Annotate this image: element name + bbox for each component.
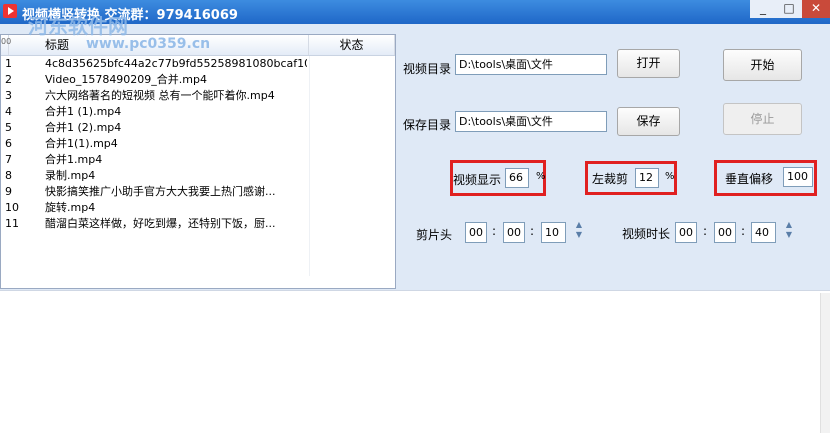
row-status xyxy=(309,104,396,120)
row-number: 6 xyxy=(5,137,12,150)
stop-button[interactable]: 停止 xyxy=(723,103,802,135)
row-title: 醋溜白菜这样做，好吃到爆，还特别下饭，厨... xyxy=(45,217,276,230)
chevron-down-icon[interactable]: ▼ xyxy=(781,230,797,240)
list-item[interactable]: 8 录制.mp4 xyxy=(1,168,395,184)
row-number: 3 xyxy=(5,89,12,102)
column-header-status[interactable]: 状态 xyxy=(309,35,395,55)
duration-hours-field[interactable]: 00 xyxy=(675,222,697,243)
row-title: 六大网络著名的短视频 总有一个能吓着你.mp4 xyxy=(45,89,275,102)
cut-head-spinner[interactable]: ▲ ▼ xyxy=(571,220,587,241)
colon: : xyxy=(703,224,708,238)
list-rows: 1 4c8d35625bfc44a2c77b9fd55258981080bcaf1… xyxy=(1,56,395,232)
list-item[interactable]: 4 合并1 (1).mp4 xyxy=(1,104,395,120)
row-title: 快影搞笑推广小助手官方大大我要上热门感谢... xyxy=(45,185,276,198)
row-title: 合并1.mp4 xyxy=(45,153,103,166)
list-item[interactable]: 5 合并1 (2).mp4 xyxy=(1,120,395,136)
duration-seconds-field[interactable]: 40 xyxy=(751,222,776,243)
list-item[interactable]: 2 Video_1578490209_合并.mp4 xyxy=(1,72,395,88)
list-item[interactable]: 10 旋转.mp4 xyxy=(1,200,395,216)
row-status xyxy=(309,88,396,104)
row-status xyxy=(309,152,396,168)
row-status xyxy=(309,120,396,136)
crop-label: 左裁剪 xyxy=(592,172,629,186)
row-status xyxy=(309,168,396,184)
row-title: 合并1(1).mp4 xyxy=(45,137,118,150)
list-item[interactable]: 7 合并1.mp4 xyxy=(1,152,395,168)
file-list[interactable]: 00 标题 状态 1 4c8d35625bfc44a2c77b9fd5525898… xyxy=(0,34,396,289)
offset-label: 垂直偏移 xyxy=(725,172,774,186)
colon: : xyxy=(530,224,535,238)
save-button[interactable]: 保存 xyxy=(617,107,680,136)
row-status xyxy=(309,72,396,88)
row-title: 旋转.mp4 xyxy=(45,201,96,214)
list-item[interactable]: 3 六大网络著名的短视频 总有一个能吓着你.mp4 xyxy=(1,88,395,104)
start-button[interactable]: 开始 xyxy=(723,49,802,81)
list-item[interactable]: 1 4c8d35625bfc44a2c77b9fd55258981080bcaf1… xyxy=(1,56,395,72)
cut-head-hours-field[interactable]: 00 xyxy=(465,222,487,243)
cut-head-minutes-field[interactable]: 00 xyxy=(503,222,525,243)
watermark-url: www.pc0359.cn xyxy=(86,36,211,52)
row-status xyxy=(309,216,396,232)
row-number: 8 xyxy=(5,169,12,182)
colon: : xyxy=(741,224,746,238)
save-dir-field[interactable]: D:\tools\桌面\文件 xyxy=(455,111,607,132)
row-number: 7 xyxy=(5,153,12,166)
watermark-logo: 河东软件网 xyxy=(28,14,128,38)
video-dir-field[interactable]: D:\tools\桌面\文件 xyxy=(455,54,607,75)
duration-minutes-field[interactable]: 00 xyxy=(714,222,736,243)
row-status xyxy=(309,136,396,152)
offset-field[interactable]: 100 xyxy=(783,167,813,187)
chevron-down-icon[interactable]: ▼ xyxy=(571,230,587,240)
cut-head-seconds-field[interactable]: 10 xyxy=(541,222,566,243)
list-item[interactable]: 6 合并1(1).mp4 xyxy=(1,136,395,152)
cut-head-label: 剪片头 xyxy=(416,228,453,242)
row-number: 9 xyxy=(5,185,12,198)
list-item[interactable]: 11 醋溜白菜这样做，好吃到爆，还特别下饭，厨... xyxy=(1,216,395,232)
crop-unit: % xyxy=(665,171,675,182)
row-status xyxy=(309,200,396,216)
list-item[interactable]: 9 快影搞笑推广小助手官方大大我要上热门感谢... xyxy=(1,184,395,200)
duration-label: 视频时长 xyxy=(622,227,671,241)
save-dir-label: 保存目录 xyxy=(403,118,452,132)
video-dir-label: 视频目录 xyxy=(403,62,452,76)
column-header-number[interactable]: 00 xyxy=(1,35,11,55)
duration-spinner[interactable]: ▲ ▼ xyxy=(781,220,797,241)
chevron-up-icon[interactable]: ▲ xyxy=(571,220,587,230)
row-number: 2 xyxy=(5,73,12,86)
row-title: Video_1578490209_合并.mp4 xyxy=(45,73,207,86)
row-number: 5 xyxy=(5,121,12,134)
row-status xyxy=(309,56,396,72)
row-title: 录制.mp4 xyxy=(45,169,96,182)
minimize-button[interactable]: _ xyxy=(750,0,776,18)
row-title: 合并1 (2).mp4 xyxy=(45,121,122,134)
display-field[interactable]: 66 xyxy=(505,168,529,188)
row-title: 4c8d35625bfc44a2c77b9fd55258981080bcaf10… xyxy=(45,57,307,70)
row-number: 1 xyxy=(5,57,12,70)
colon: : xyxy=(492,224,497,238)
app-icon xyxy=(3,4,17,18)
open-button[interactable]: 打开 xyxy=(617,49,680,78)
display-unit: % xyxy=(536,171,546,182)
row-number: 10 xyxy=(5,201,19,214)
log-area[interactable] xyxy=(0,290,830,433)
maximize-button[interactable]: □ xyxy=(776,0,802,18)
row-number: 11 xyxy=(5,217,19,230)
log-scrollbar[interactable] xyxy=(820,293,830,433)
row-number: 4 xyxy=(5,105,12,118)
row-title: 合并1 (1).mp4 xyxy=(45,105,122,118)
chevron-up-icon[interactable]: ▲ xyxy=(781,220,797,230)
display-label: 视频显示 xyxy=(453,173,502,187)
crop-field[interactable]: 12 xyxy=(635,168,659,188)
close-button[interactable]: ✕ xyxy=(802,0,830,18)
row-status xyxy=(309,184,396,200)
